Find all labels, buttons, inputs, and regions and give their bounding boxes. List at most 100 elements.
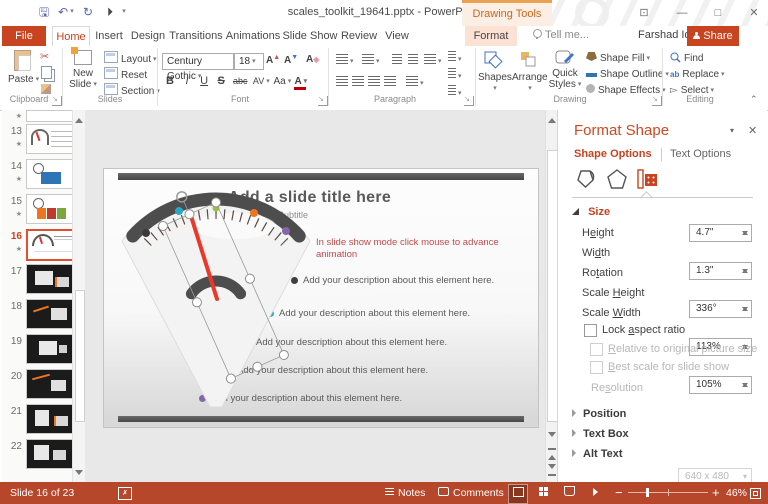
tab-insert[interactable]: Insert [92,26,126,46]
change-case-button[interactable]: Aa [273,76,291,87]
columns-button[interactable] [406,76,424,89]
shapes-button[interactable]: Shapes [478,51,510,94]
zoom-out-button[interactable]: − [615,482,623,504]
reading-view-button[interactable] [560,484,578,502]
bold-button[interactable]: B [163,75,177,87]
replace-button[interactable]: abReplace [670,67,725,82]
rotation-input[interactable]: 336° [689,300,752,318]
thumbnail-scrollbar[interactable] [72,110,86,482]
quick-styles-button[interactable]: Quick Styles [548,49,582,90]
close-icon[interactable]: ✕ [747,7,761,20]
strikethrough-button[interactable]: abc [231,76,249,86]
align-right-button[interactable] [368,76,380,89]
notes-button[interactable]: Notes [385,482,425,504]
slide-sorter-view-button[interactable] [534,484,552,502]
height-spinner[interactable] [740,227,749,239]
thumbnail-scroll-up-icon[interactable] [75,114,83,123]
section-alt-text[interactable]: Alt Text [572,448,623,460]
text-direction-button[interactable] [448,51,462,65]
collapse-ribbon-icon[interactable]: ⌃ [750,94,758,105]
size-section-header[interactable]: Size [572,206,610,218]
tab-transitions[interactable]: Transitions [168,26,224,46]
minimize-icon[interactable]: — [675,7,689,20]
animation-star-icon[interactable]: ★ [2,175,22,183]
shadow-button[interactable]: S [214,75,228,87]
animation-star-icon[interactable]: ★ [2,210,22,218]
increase-indent-button[interactable] [408,54,418,67]
section-position[interactable]: Position [572,408,626,420]
slide-canvas[interactable]: Add a slide title here Optional Subtitle… [103,168,539,428]
lock-aspect-ratio-checkbox[interactable] [584,324,597,337]
previous-slide-button[interactable] [548,448,556,460]
rotation-spinner[interactable] [740,303,749,315]
slideshow-view-button[interactable] [586,484,604,502]
animation-star-icon[interactable]: ★ [2,245,22,253]
zoom-level[interactable]: 46% [726,482,747,504]
lock-aspect-ratio-label[interactable]: Lock aspect ratio [602,324,685,336]
font-color-button[interactable]: A [294,77,306,90]
paste-button[interactable]: Paste [8,50,36,85]
shape-fill-button[interactable]: Shape Fill [586,51,650,66]
section-text-box[interactable]: Text Box [572,428,629,440]
spellcheck-icon[interactable]: ✗ [118,487,132,500]
shrink-font-icon[interactable]: A▼ [284,54,298,66]
align-center-button[interactable] [352,76,364,89]
slide-indicator[interactable]: Slide 16 of 23 [10,482,74,504]
shape-outline-button[interactable]: Shape Outline [586,67,669,82]
panel-tab-shape-options[interactable]: Shape Options [574,148,652,160]
clipboard-dialog-launcher[interactable] [52,96,62,106]
tab-design[interactable]: Design [128,26,168,46]
reset-button[interactable]: Reset [104,67,147,82]
thumbnail-scrollbar-thumb[interactable] [75,290,85,422]
animation-star-icon[interactable]: ★ [2,140,22,148]
arrange-button[interactable]: Arrange [512,51,546,94]
tab-file[interactable]: File [2,26,46,46]
width-spinner[interactable] [740,265,749,277]
layout-button[interactable]: Layout [104,51,157,66]
scroll-down-icon[interactable] [548,432,556,441]
font-dialog-launcher[interactable] [318,96,328,106]
convert-smartart-button[interactable] [448,85,462,99]
maximize-icon[interactable]: □ [711,7,725,20]
align-text-button[interactable] [448,68,462,82]
panel-tab-text-options[interactable]: Text Options [670,148,731,160]
scroll-up-icon[interactable] [548,114,556,123]
width-input[interactable]: 1.3" [689,262,752,280]
line-spacing-button[interactable] [424,54,442,67]
scale-width-spinner[interactable] [740,379,749,391]
scale-width-input[interactable]: 105% [689,376,752,394]
panel-menu-icon[interactable]: ▾ [730,126,734,135]
share-button[interactable]: Share [687,26,739,46]
zoom-slider-thumb[interactable] [646,488,649,497]
font-size-combo[interactable]: 18 [234,53,264,70]
underline-button[interactable]: U [197,75,211,87]
italic-button[interactable]: I [180,75,194,87]
next-slide-button[interactable] [548,464,556,476]
numbering-button[interactable] [362,54,380,67]
fit-slide-to-window-icon[interactable] [750,488,761,499]
tab-home[interactable]: Home [52,26,90,47]
bullets-button[interactable] [336,54,354,67]
height-input[interactable]: 4.7" [689,224,752,242]
animation-star-icon[interactable]: ★ [2,112,22,120]
justify-button[interactable] [384,76,396,89]
copy-icon[interactable] [41,66,52,79]
fill-line-icon[interactable] [576,168,598,190]
normal-view-button[interactable] [508,484,528,504]
decrease-indent-button[interactable] [392,54,402,67]
new-slide-button[interactable]: New Slide [64,50,102,90]
tab-review[interactable]: Review [338,26,380,46]
gauge-graphic[interactable] [104,169,538,427]
cut-icon[interactable]: ✂ [40,50,49,63]
size-properties-icon[interactable] [636,168,658,190]
ribbon-display-options-icon[interactable]: ⊡ [637,7,651,20]
tab-animations[interactable]: Animations [224,26,282,46]
thumbnail-scroll-down-icon[interactable] [75,470,83,479]
tab-slide-show[interactable]: Slide Show [282,26,338,46]
panel-close-icon[interactable]: ✕ [748,124,757,137]
zoom-slider-track[interactable] [628,492,708,493]
tellme-box[interactable]: Tell me... [533,29,589,41]
align-left-button[interactable] [336,76,348,89]
grow-font-icon[interactable]: A▲ [266,54,280,66]
find-button[interactable]: Find [670,51,703,66]
